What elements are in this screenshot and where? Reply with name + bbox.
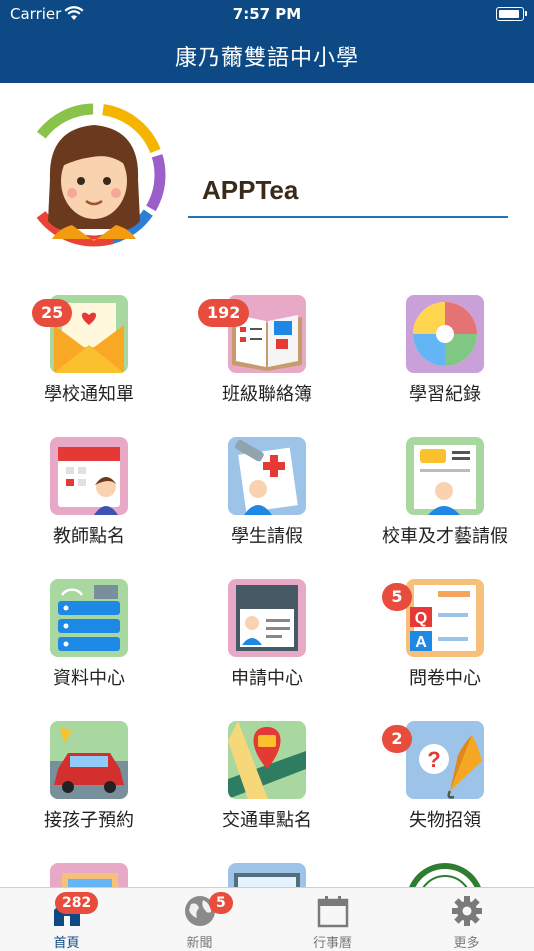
grid-item-data-center[interactable]: 資料中心	[0, 567, 178, 709]
grid-item-lost-and-found[interactable]: ? 2 失物招領	[356, 709, 534, 851]
notification-badge: 25	[32, 299, 73, 327]
svg-text:Q: Q	[415, 610, 427, 627]
grid-item-label: 問卷中心	[409, 668, 481, 689]
grid-item-label: 學生請假	[231, 526, 303, 547]
notification-badge: 192	[198, 299, 250, 327]
grid-item-label: 班級聯絡簿	[222, 384, 312, 405]
status-bar: Carrier 7:57 PM	[0, 4, 534, 24]
grid-item-teacher-attendance[interactable]: 教師點名	[0, 425, 178, 567]
app-header: Carrier 7:57 PM 康乃薾雙語中小學	[0, 0, 534, 83]
grid-item-label: 教師點名	[53, 526, 125, 547]
tab-bar: 282 首頁 5 新聞 行事曆 更多	[0, 887, 534, 951]
photo-album-icon	[50, 863, 128, 887]
calendar-icon	[316, 894, 350, 928]
grid-item-label: 校車及才藝請假	[382, 526, 508, 547]
notification-badge: 2	[382, 725, 412, 753]
tab-home[interactable]: 282 首頁	[0, 888, 133, 951]
tab-label: 新聞	[186, 936, 213, 951]
battery-icon	[496, 7, 527, 21]
questionnaire-icon: Q A	[406, 579, 484, 657]
grid-item-pickup[interactable]: 接孩子預約	[0, 709, 178, 851]
tab-label: 首頁	[53, 936, 80, 951]
grid-item-label: 交通車點名	[222, 810, 312, 831]
profile-section: APPTea	[0, 83, 534, 273]
pickup-car-icon	[50, 721, 128, 799]
student-leave-icon	[228, 437, 306, 515]
grid-item-partial-3[interactable]	[356, 851, 534, 887]
grid-item-bus-roll-call[interactable]: 交通車點名	[178, 709, 356, 851]
avatar[interactable]	[20, 101, 168, 249]
grid-item-partial-1[interactable]	[0, 851, 178, 887]
feature-grid: 25 學校通知單 192 班級聯絡簿 學習紀錄 教師點名 學生請假 校車及才藝請…	[0, 283, 534, 887]
school-bus-leave-icon	[406, 437, 484, 515]
application-center-icon	[228, 579, 306, 657]
name-underline	[188, 216, 508, 218]
tab-more[interactable]: 更多	[400, 888, 533, 951]
grid-item-label: 學校通知單	[44, 384, 134, 405]
grid-item-label: 學習紀錄	[409, 384, 481, 405]
grid-item-contact-book[interactable]: 192 班級聯絡簿	[178, 283, 356, 425]
grid-item-partial-2[interactable]	[178, 851, 356, 887]
grid-item-student-leave[interactable]: 學生請假	[178, 425, 356, 567]
folder-icon	[228, 863, 306, 887]
tab-badge: 282	[55, 892, 99, 914]
grid-item-learning-record[interactable]: 學習紀錄	[356, 283, 534, 425]
lost-and-found-icon: ?	[406, 721, 484, 799]
grid-item-school-notice[interactable]: 25 學校通知單	[0, 283, 178, 425]
grid-item-label: 接孩子預約	[44, 810, 134, 831]
grid-item-application-center[interactable]: 申請中心	[178, 567, 356, 709]
tab-label: 行事曆	[312, 936, 352, 951]
notification-badge: 5	[382, 583, 412, 611]
tab-badge: 5	[209, 892, 233, 914]
page-title: 康乃薾雙語中小學	[174, 46, 359, 71]
tab-news[interactable]: 5 新聞	[133, 888, 266, 951]
user-name: APPTea	[202, 175, 299, 205]
teacher-attendance-icon	[50, 437, 128, 515]
grid-item-label: 資料中心	[53, 668, 125, 689]
svg-text:?: ?	[427, 747, 440, 772]
data-center-icon	[50, 579, 128, 657]
grid-item-label: 失物招領	[409, 810, 481, 831]
gear-icon	[450, 894, 484, 928]
learning-record-icon	[406, 295, 484, 373]
grid-item-questionnaire[interactable]: Q A 5 問卷中心	[356, 567, 534, 709]
seal-icon	[406, 863, 484, 887]
grid-item-label: 申請中心	[231, 668, 303, 689]
clock: 7:57 PM	[232, 5, 302, 23]
tab-label: 更多	[453, 936, 480, 951]
tab-calendar[interactable]: 行事曆	[266, 888, 399, 951]
bus-roll-call-icon	[228, 721, 306, 799]
svg-text:A: A	[415, 634, 427, 651]
grid-item-bus-leave[interactable]: 校車及才藝請假	[356, 425, 534, 567]
